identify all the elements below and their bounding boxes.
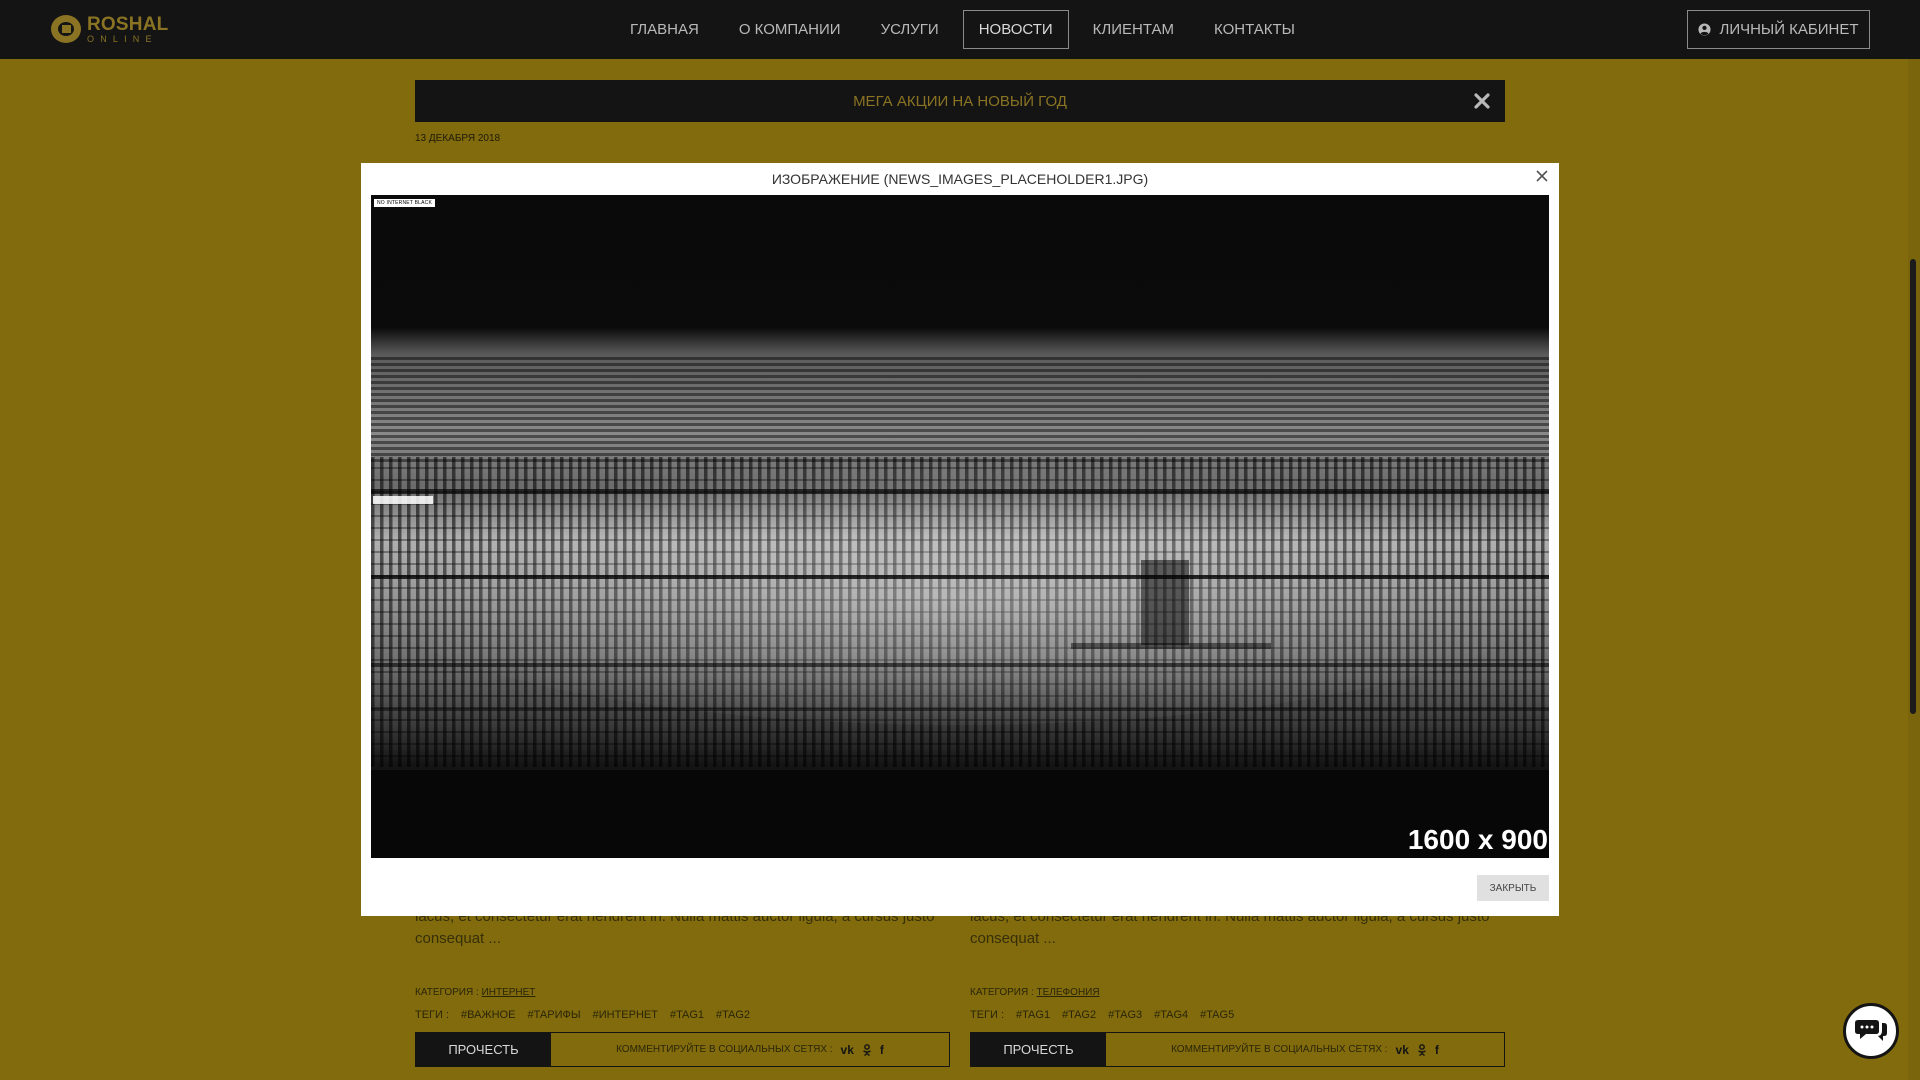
promo-banner[interactable]: МЕГА АКЦИИ НА НОВЫЙ ГОД: [415, 80, 1505, 122]
tag-link[interactable]: #ТАРИФЫ: [527, 1009, 580, 1021]
chat-icon: [1855, 1020, 1887, 1041]
tag-link[interactable]: #TAG3: [1108, 1009, 1142, 1021]
main-nav: ГЛАВНАЯ О КОМПАНИИ УСЛУГИ НОВОСТИ КЛИЕНТ…: [614, 10, 1319, 49]
nav-item-news[interactable]: НОВОСТИ: [962, 10, 1069, 49]
chat-button[interactable]: [1843, 1003, 1899, 1059]
category-label: КАТЕГОРИЯ :: [970, 987, 1034, 998]
tag-link[interactable]: #TAG1: [670, 1009, 704, 1021]
image-size-label: 1600 x 900: [1407, 824, 1548, 855]
promo-text: МЕГА АКЦИИ НА НОВЫЙ ГОД: [853, 92, 1067, 110]
tags-label: ТЕГИ :: [970, 1009, 1005, 1021]
tag-link[interactable]: #TAG4: [1154, 1009, 1188, 1021]
nav-item-clients[interactable]: КЛИЕНТАМ: [1077, 10, 1190, 49]
category-link[interactable]: ИНТЕРНЕТ: [482, 987, 536, 998]
facebook-icon[interactable]: f: [1435, 1043, 1439, 1057]
tag-link[interactable]: #ВАЖНОЕ: [461, 1009, 515, 1021]
category-label: КАТЕГОРИЯ :: [415, 987, 479, 998]
modal-title: ИЗОБРАЖЕНИЕ (NEWS_IMAGES_PLACEHOLDER1.JP…: [771, 171, 1149, 187]
news-tags: ТЕГИ : #TAG1 #TAG2 #TAG3 #TAG4 #TAG5: [970, 1009, 1246, 1021]
modal-image: NO INTERNET BLACK 1600 x 900: [371, 195, 1549, 858]
tag-link[interactable]: #TAG5: [1200, 1009, 1234, 1021]
site-header: ROSHAL ONLINE ГЛАВНАЯ О КОМПАНИИ УСЛУГИ …: [0, 0, 1920, 59]
nav-item-contacts[interactable]: КОНТАКТЫ: [1198, 10, 1311, 49]
logo-text: ROSHAL ONLINE: [87, 15, 168, 44]
facebook-icon[interactable]: f: [880, 1043, 884, 1057]
nav-item-services[interactable]: УСЛУГИ: [865, 10, 955, 49]
close-icon[interactable]: [1473, 92, 1491, 110]
image-caption: NO INTERNET BLACK: [374, 199, 435, 207]
social-comments: КОММЕНТИРУЙТЕ В СОЦИАЛЬНЫХ СЕТЯХ : vk f: [551, 1033, 949, 1066]
nav-item-about[interactable]: О КОМПАНИИ: [723, 10, 857, 49]
news-actions: ПРОЧЕСТЬ КОММЕНТИРУЙТЕ В СОЦИАЛЬНЫХ СЕТЯ…: [970, 1032, 1505, 1067]
category-link[interactable]: ТЕЛЕФОНИЯ: [1037, 987, 1100, 998]
social-label: КОММЕНТИРУЙТЕ В СОЦИАЛЬНЫХ СЕТЯХ :: [616, 1044, 833, 1055]
tag-link[interactable]: #TAG2: [716, 1009, 750, 1021]
social-comments: КОММЕНТИРУЙТЕ В СОЦИАЛЬНЫХ СЕТЯХ : vk f: [1106, 1033, 1504, 1066]
vk-icon[interactable]: vk: [1396, 1043, 1409, 1057]
news-category: КАТЕГОРИЯ : ИНТЕРНЕТ: [415, 987, 535, 998]
read-more-button[interactable]: ПРОЧЕСТЬ: [971, 1033, 1106, 1066]
logo-subtitle: ONLINE: [87, 33, 158, 44]
odnoklassniki-icon[interactable]: [862, 1043, 872, 1056]
social-label: КОММЕНТИРУЙТЕ В СОЦИАЛЬНЫХ СЕТЯХ :: [1171, 1044, 1388, 1055]
user-icon: [1698, 23, 1712, 36]
modal-close-button[interactable]: ЗАКРЫТЬ: [1477, 875, 1549, 901]
personal-account-label: ЛИЧНЫЙ КАБИНЕТ: [1719, 21, 1859, 38]
close-icon[interactable]: [1535, 169, 1549, 183]
vk-icon[interactable]: vk: [841, 1043, 854, 1057]
news-tags: ТЕГИ : #ВАЖНОЕ #ТАРИФЫ #ИНТЕРНЕТ #TAG1 #…: [415, 1009, 762, 1021]
tag-link[interactable]: #ИНТЕРНЕТ: [593, 1009, 658, 1021]
news-actions: ПРОЧЕСТЬ КОММЕНТИРУЙТЕ В СОЦИАЛЬНЫХ СЕТЯ…: [415, 1032, 950, 1067]
tag-link[interactable]: #TAG1: [1016, 1009, 1050, 1021]
scrollbar-thumb[interactable]: [1910, 259, 1916, 714]
news-date: 13 ДЕКАБРЯ 2018: [415, 133, 501, 144]
nav-item-home[interactable]: ГЛАВНАЯ: [614, 10, 715, 49]
odnoklassniki-icon[interactable]: [1417, 1043, 1427, 1056]
personal-account-button[interactable]: ЛИЧНЫЙ КАБИНЕТ: [1687, 10, 1870, 49]
tag-link[interactable]: #TAG2: [1062, 1009, 1096, 1021]
logo[interactable]: ROSHAL ONLINE: [50, 14, 168, 44]
read-more-button[interactable]: ПРОЧЕСТЬ: [416, 1033, 551, 1066]
placeholder-photo: [371, 195, 1549, 858]
image-modal: ИЗОБРАЖЕНИЕ (NEWS_IMAGES_PLACEHOLDER1.JP…: [361, 163, 1559, 916]
logo-name: ROSHAL: [87, 13, 169, 35]
tags-label: ТЕГИ :: [415, 1009, 450, 1021]
logo-mark-icon: [51, 15, 81, 43]
news-category: КАТЕГОРИЯ : ТЕЛЕФОНИЯ: [970, 987, 1100, 998]
